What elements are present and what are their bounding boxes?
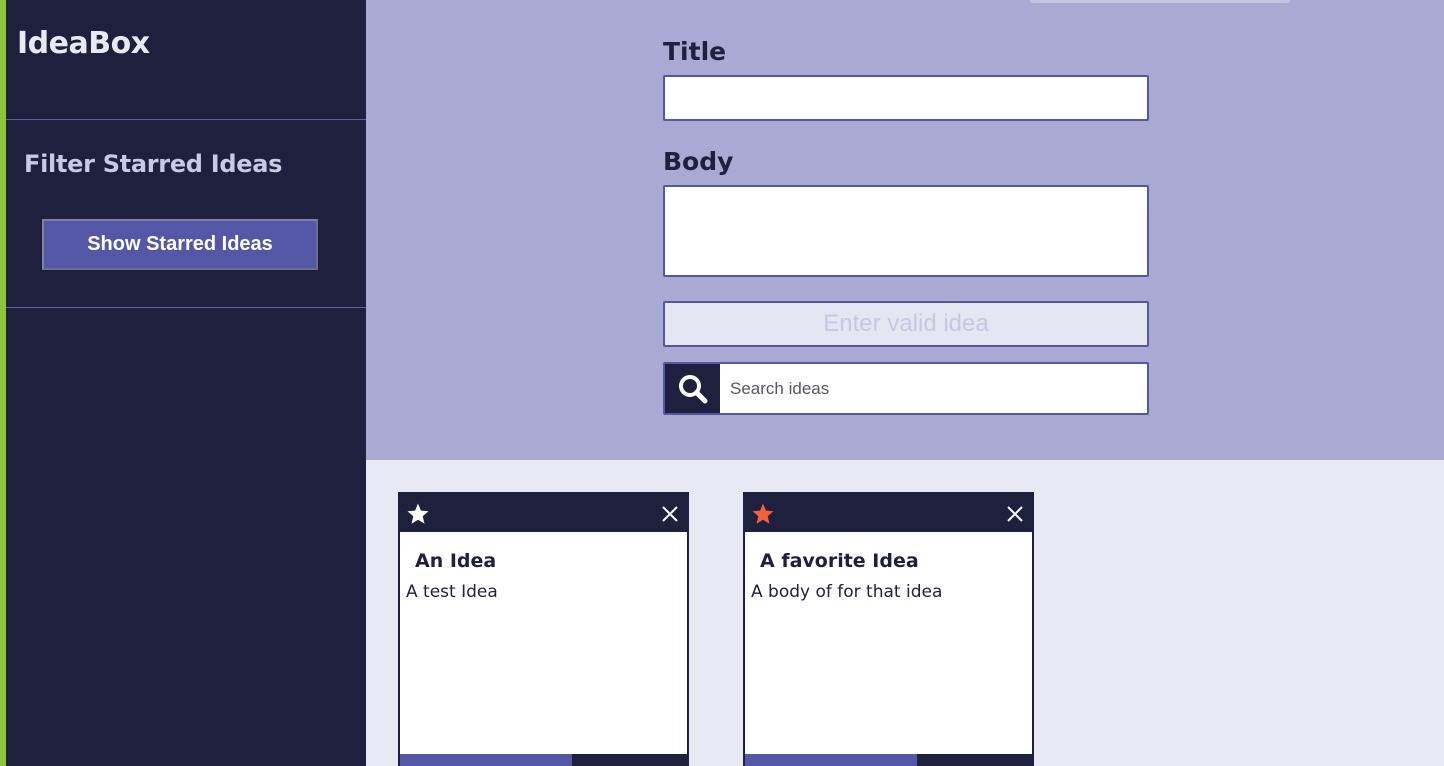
card-footer-right[interactable] (917, 754, 1032, 766)
card-footer-right[interactable] (572, 754, 687, 766)
card-footer (400, 754, 687, 766)
app-title: IdeaBox (17, 26, 150, 61)
header-shadow (1030, 0, 1290, 3)
body-label: Body (663, 147, 734, 176)
search-icon (678, 374, 707, 403)
card-footer-left[interactable] (400, 754, 573, 766)
card-footer-left[interactable] (745, 754, 918, 766)
card-footer (745, 754, 1032, 766)
card-header (400, 494, 687, 532)
save-idea-button[interactable]: Enter valid idea (663, 301, 1149, 347)
card-header (745, 494, 1032, 532)
card-title: An Idea (415, 550, 497, 572)
close-icon[interactable] (661, 505, 679, 523)
show-starred-button[interactable]: Show Starred Ideas (42, 219, 318, 270)
card-body: A test Idea (406, 582, 498, 602)
title-input[interactable] (663, 75, 1149, 121)
search-input[interactable] (720, 364, 1147, 413)
card-body: A body of for that idea (751, 582, 943, 602)
close-icon[interactable] (1006, 505, 1024, 523)
star-icon[interactable] (406, 502, 430, 526)
idea-card: An Idea A test Idea (398, 492, 689, 766)
sidebar-divider-top (6, 119, 366, 120)
search-button[interactable] (665, 364, 720, 413)
body-input[interactable] (663, 185, 1149, 277)
search-bar (663, 362, 1149, 415)
card-title: A favorite Idea (760, 550, 919, 572)
star-icon[interactable] (751, 502, 775, 526)
title-label: Title (663, 37, 727, 66)
sidebar: IdeaBox Filter Starred Ideas Show Starre… (6, 0, 366, 766)
sidebar-divider-bottom (6, 307, 366, 308)
filter-heading: Filter Starred Ideas (24, 150, 283, 178)
idea-card: A favorite Idea A body of for that idea (743, 492, 1034, 766)
